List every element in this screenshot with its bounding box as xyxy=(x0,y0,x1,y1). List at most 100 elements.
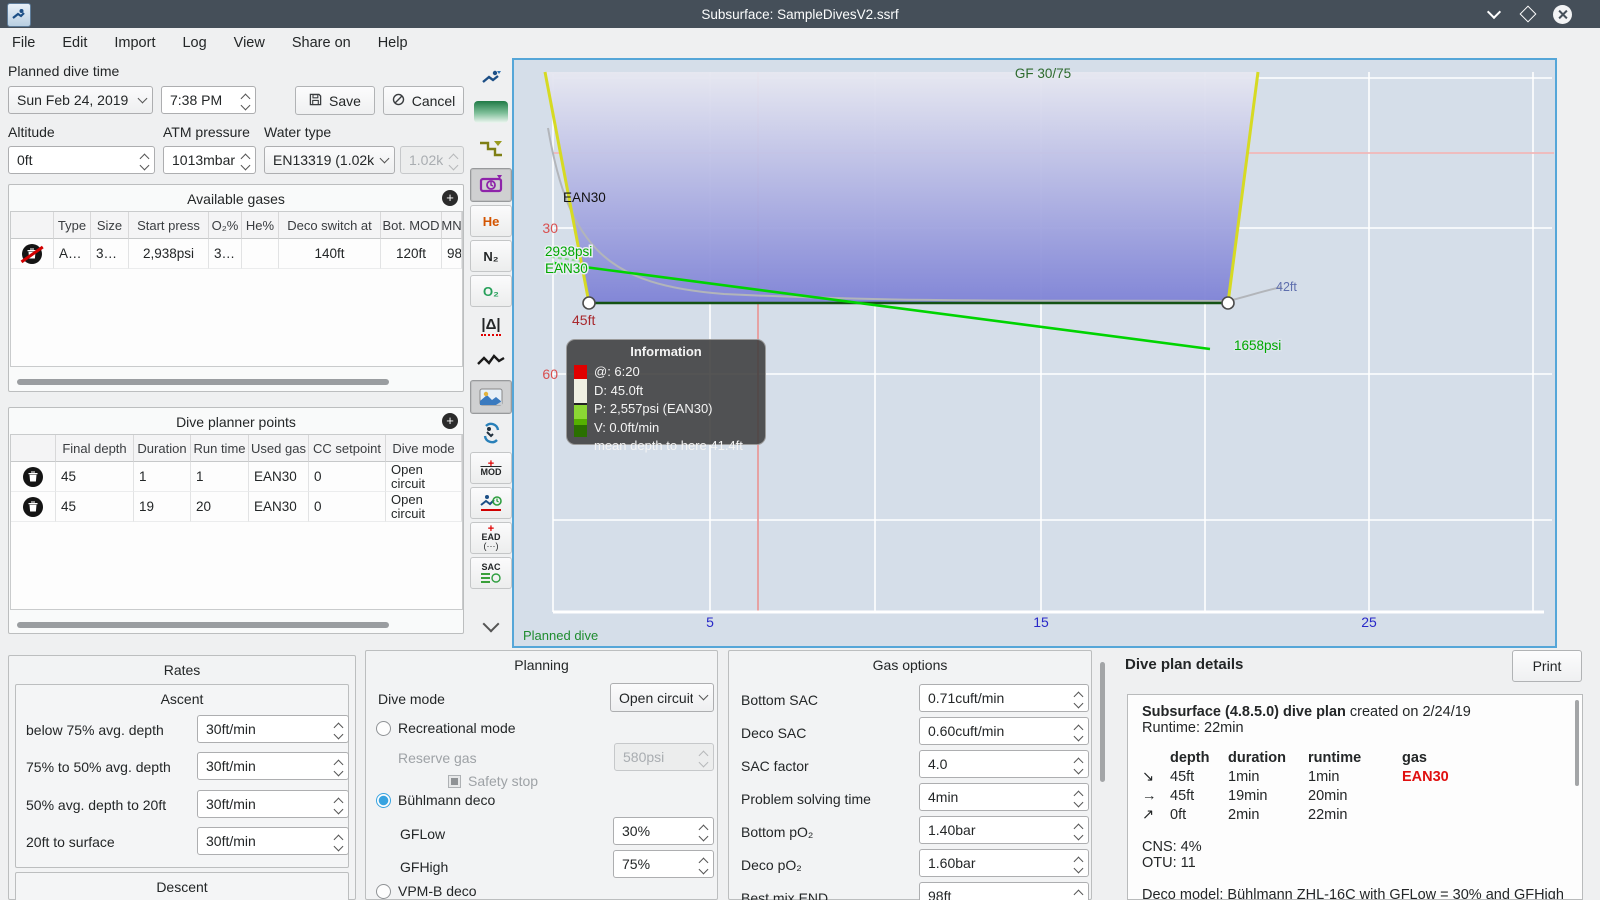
point-final-depth[interactable]: 45 xyxy=(56,462,134,492)
sac-factor-spinner[interactable]: 4.0 xyxy=(919,750,1089,778)
ndl-icon[interactable] xyxy=(470,487,512,519)
point-cc-setpoint[interactable]: 0 xyxy=(309,492,386,522)
dive-profile-chart[interactable]: GF 30/75 EAN30 30 60 2938psi EAN30 45ft … xyxy=(512,58,1557,648)
atm-pressure-spinner[interactable]: 1013mbar xyxy=(163,146,256,174)
gas-size[interactable]: 3… xyxy=(91,239,129,269)
gfhigh-spinner[interactable]: 75% xyxy=(613,850,714,878)
dive-date-select[interactable]: Sun Feb 24, 2019 xyxy=(8,86,153,114)
bottom-po2-spinner[interactable]: 1.40bar xyxy=(919,816,1089,844)
points-horizontal-scrollbar[interactable] xyxy=(17,622,389,628)
cancel-button[interactable]: Cancel xyxy=(383,86,464,115)
ascent-rate-spinner[interactable]: 30ft/min xyxy=(197,827,349,855)
point-final-depth[interactable]: 45 xyxy=(56,492,134,522)
mod-icon[interactable]: + MOD xyxy=(470,452,512,484)
ascent-rate-spinner[interactable]: 30ft/min xyxy=(197,752,349,780)
gases-col-size[interactable]: Size xyxy=(91,212,129,239)
deco-sac-spinner[interactable]: 0.60cuft/min xyxy=(919,717,1089,745)
menu-import[interactable]: Import xyxy=(114,35,155,51)
point-duration[interactable]: 1 xyxy=(134,462,191,492)
dive-plan-notes[interactable]: Subsurface (4.8.5.0) dive plan created o… xyxy=(1127,694,1583,900)
gflow-spinner[interactable]: 30% xyxy=(613,817,714,845)
point-used-gas[interactable]: EAN30 xyxy=(249,492,309,522)
heartrate-icon[interactable] xyxy=(470,345,512,377)
gas-type[interactable]: A… xyxy=(54,239,91,269)
point-duration[interactable]: 19 xyxy=(134,492,191,522)
menu-view[interactable]: View xyxy=(234,35,265,51)
he-graph-icon[interactable]: He xyxy=(470,205,512,237)
planned-dive-tab[interactable]: Planned dive xyxy=(523,628,598,643)
maximize-icon[interactable] xyxy=(1518,4,1538,24)
delete-point-icon[interactable] xyxy=(23,496,43,517)
gas-o2[interactable]: 3… xyxy=(209,239,242,269)
dive-mode-select[interactable]: Open circuit xyxy=(610,683,714,712)
gases-col-type[interactable]: Type xyxy=(54,212,91,239)
problem-solving-time-spinner[interactable]: 4min xyxy=(919,783,1089,811)
water-type-select[interactable]: EN13319 (1.02k xyxy=(264,146,395,174)
planner-point-row[interactable]: 45 19 20 EAN30 0 Open circuit xyxy=(11,492,462,522)
point-run-time[interactable]: 1 xyxy=(191,462,249,492)
points-col-duration[interactable]: Duration xyxy=(134,435,191,462)
waypoint-handle[interactable] xyxy=(582,296,596,310)
o2-graph-icon[interactable]: O₂ xyxy=(470,275,512,307)
gas-start-press[interactable]: 2,938psi xyxy=(129,239,209,269)
menu-log[interactable]: Log xyxy=(182,35,206,51)
bottom-sac-spinner[interactable]: 0.71cuft/min xyxy=(919,684,1089,712)
minimize-button[interactable] xyxy=(1484,4,1504,24)
information-tooltip[interactable]: Information @: 6:20 D: 45.0ft P: 2,557ps… xyxy=(566,339,766,453)
notes-scrollbar[interactable] xyxy=(1575,700,1579,786)
delta-pressure-icon[interactable]: |Δ| xyxy=(470,310,512,342)
bottom-panel-scrollbar[interactable] xyxy=(1100,662,1105,782)
menu-share-on[interactable]: Share on xyxy=(292,35,351,51)
close-icon[interactable] xyxy=(1552,4,1572,24)
delete-gas-icon[interactable] xyxy=(22,243,42,264)
save-button[interactable]: Save xyxy=(295,86,375,115)
points-col-run-time[interactable]: Run time xyxy=(191,435,249,462)
point-dive-mode[interactable]: Open circuit xyxy=(386,492,462,522)
ead-icon[interactable]: + EAD (···) xyxy=(470,522,512,554)
recreational-mode-radio[interactable] xyxy=(376,721,391,736)
deco-po2-spinner[interactable]: 1.60bar xyxy=(919,849,1089,877)
diver-mode-icon[interactable] xyxy=(470,62,512,94)
titlebar[interactable]: Subsurface: SampleDivesV2.ssrf xyxy=(0,0,1600,28)
photos-icon[interactable] xyxy=(470,380,512,414)
print-button[interactable]: Print xyxy=(1512,650,1582,682)
gas-row[interactable]: A… 3… 2,938psi 3… 140ft 120ft 98f xyxy=(11,239,462,269)
points-col-cc-setpoint[interactable]: CC setpoint xyxy=(309,435,386,462)
menu-edit[interactable]: Edit xyxy=(62,35,87,51)
planner-point-row[interactable]: 45 1 1 EAN30 0 Open circuit xyxy=(11,462,462,492)
point-cc-setpoint[interactable]: 0 xyxy=(309,462,386,492)
collapse-toolbar-icon[interactable] xyxy=(470,610,512,642)
dc-ceiling-icon[interactable] xyxy=(470,168,512,202)
sac-icon[interactable]: SAC xyxy=(470,557,512,589)
point-used-gas[interactable]: EAN30 xyxy=(249,462,309,492)
gases-col-o2[interactable]: O₂% xyxy=(209,212,242,239)
gas-deco-switch[interactable]: 140ft xyxy=(279,239,381,269)
best-mix-end-spinner[interactable]: 98ft xyxy=(919,882,1089,900)
points-col-final-depth[interactable]: Final depth xyxy=(56,435,134,462)
delete-point-icon[interactable] xyxy=(23,466,43,487)
ceiling-steps-icon[interactable] xyxy=(470,133,512,165)
points-col-dive-mode[interactable]: Dive mode xyxy=(386,435,462,462)
gases-horizontal-scrollbar[interactable] xyxy=(17,379,389,385)
add-point-button[interactable]: + xyxy=(442,413,458,429)
altitude-spinner[interactable]: 0ft xyxy=(8,146,155,174)
n2-graph-icon[interactable]: N₂ xyxy=(470,240,512,272)
menu-help[interactable]: Help xyxy=(378,35,408,51)
gases-col-bot-mod[interactable]: Bot. MOD xyxy=(381,212,442,239)
gases-col-start-press[interactable]: Start press xyxy=(129,212,209,239)
add-gas-button[interactable]: + xyxy=(442,190,458,206)
dive-time-spinner[interactable]: 7:38 PM xyxy=(161,86,256,114)
gases-col-he[interactable]: He% xyxy=(242,212,279,239)
gases-col-deco-switch[interactable]: Deco switch at xyxy=(279,212,381,239)
gas-mnd[interactable]: 98f xyxy=(442,239,462,269)
gases-col-mnd[interactable]: MN xyxy=(442,212,462,239)
depth-shading-icon[interactable] xyxy=(470,96,512,128)
waypoint-handle[interactable] xyxy=(1221,296,1235,310)
menu-file[interactable]: File xyxy=(12,35,35,51)
buhlmann-deco-radio[interactable] xyxy=(376,793,391,808)
tissues-icon[interactable] xyxy=(470,417,512,449)
point-run-time[interactable]: 20 xyxy=(191,492,249,522)
point-dive-mode[interactable]: Open circuit xyxy=(386,462,462,492)
ascent-rate-spinner[interactable]: 30ft/min xyxy=(197,790,349,818)
vpmb-deco-radio[interactable] xyxy=(376,884,391,899)
